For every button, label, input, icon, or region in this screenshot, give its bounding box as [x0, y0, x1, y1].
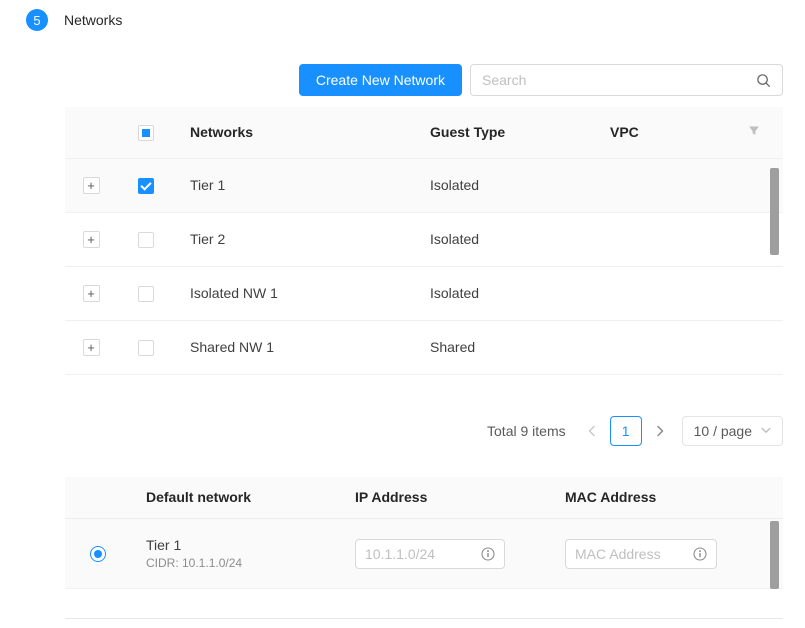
networks-table: Networks Guest Type VPC	[65, 107, 783, 375]
pagination-next-button[interactable]	[650, 416, 670, 446]
row-checkbox[interactable]	[138, 178, 154, 194]
networks-table-body: + Tier 1 Isolated	[65, 158, 783, 374]
step-content: Create New Network	[65, 64, 783, 619]
expand-row-button[interactable]: +	[83, 339, 100, 356]
pagination-prev-button[interactable]	[582, 416, 602, 446]
guest-type-cell: Isolated	[414, 212, 594, 266]
column-header-vpc: VPC	[594, 107, 724, 158]
vpc-cell	[594, 320, 724, 374]
filter-icon[interactable]	[748, 125, 760, 137]
default-network-table-body: Tier 1 CIDR: 10.1.1.0/24	[65, 519, 783, 589]
search-icon[interactable]	[756, 73, 771, 88]
checkbox-cell	[117, 212, 174, 266]
default-network-radio[interactable]	[90, 546, 106, 562]
checkbox-cell	[117, 266, 174, 320]
create-new-network-button[interactable]: Create New Network	[299, 64, 462, 96]
pagination-page-1[interactable]: 1	[610, 416, 642, 446]
guest-type-cell: Isolated	[414, 158, 594, 212]
bottom-divider	[65, 618, 783, 619]
table-row[interactable]: + Tier 1 Isolated	[65, 158, 783, 212]
network-name-cell: Isolated NW 1	[174, 266, 414, 320]
row-checkbox[interactable]	[138, 232, 154, 248]
default-network-header-row: Default network IP Address MAC Address	[65, 477, 783, 519]
checkbox-cell	[117, 158, 174, 212]
column-header-ip-address: IP Address	[339, 477, 549, 519]
network-name-cell: Tier 2	[174, 212, 414, 266]
default-network-cidr: CIDR: 10.1.1.0/24	[146, 556, 323, 570]
networks-table-header-row: Networks Guest Type VPC	[65, 107, 783, 158]
mac-address-cell	[549, 519, 783, 589]
expand-cell: +	[65, 320, 117, 374]
search-box	[470, 64, 783, 96]
vpc-cell	[594, 212, 724, 266]
default-network-row[interactable]: Tier 1 CIDR: 10.1.1.0/24	[65, 519, 783, 589]
mac-address-input[interactable]	[575, 546, 693, 562]
info-icon[interactable]	[693, 547, 707, 561]
default-network-table-scrollbar[interactable]	[770, 521, 779, 589]
table-row[interactable]: + Isolated NW 1 Isolated	[65, 266, 783, 320]
guest-type-cell: Isolated	[414, 266, 594, 320]
row-actions-cell	[724, 320, 783, 374]
select-all-checkbox[interactable]	[138, 125, 154, 141]
guest-type-cell: Shared	[414, 320, 594, 374]
checkbox-cell	[117, 320, 174, 374]
info-icon[interactable]	[481, 547, 495, 561]
page-size-value: 10 / page	[694, 423, 752, 439]
default-network-name: Tier 1	[146, 537, 323, 553]
vpc-cell	[594, 158, 724, 212]
select-all-column-header	[117, 107, 174, 158]
column-header-guest-type: Guest Type	[414, 107, 594, 158]
vpc-cell	[594, 266, 724, 320]
page-size-select[interactable]: 10 / page	[682, 416, 783, 446]
row-checkbox[interactable]	[138, 340, 154, 356]
default-network-name-cell: Tier 1 CIDR: 10.1.1.0/24	[130, 519, 339, 589]
search-input[interactable]	[482, 72, 756, 88]
radio-column-header	[65, 477, 130, 519]
mac-address-field	[565, 539, 717, 569]
default-network-table: Default network IP Address MAC Address T…	[65, 477, 783, 590]
ip-address-input[interactable]	[365, 546, 481, 562]
radio-cell	[65, 519, 130, 589]
table-row[interactable]: + Tier 2 Isolated	[65, 212, 783, 266]
expand-column-header	[65, 107, 117, 158]
step-title: Networks	[64, 12, 122, 28]
network-name-cell: Shared NW 1	[174, 320, 414, 374]
expand-cell: +	[65, 266, 117, 320]
expand-cell: +	[65, 212, 117, 266]
column-header-networks: Networks	[174, 107, 414, 158]
row-actions-cell	[724, 266, 783, 320]
expand-cell: +	[65, 158, 117, 212]
toolbar: Create New Network	[65, 64, 783, 96]
column-header-mac-address: MAC Address	[549, 477, 783, 519]
chevron-down-icon	[761, 427, 771, 434]
ip-address-cell	[339, 519, 549, 589]
expand-row-button[interactable]: +	[83, 285, 100, 302]
step-header: 5 Networks	[26, 9, 122, 31]
network-wizard-step: 5 Networks Create New Network	[0, 0, 805, 628]
expand-row-button[interactable]: +	[83, 231, 100, 248]
expand-row-button[interactable]: +	[83, 177, 100, 194]
networks-table-scrollbar[interactable]	[770, 168, 779, 255]
step-number-badge: 5	[26, 9, 48, 31]
row-checkbox[interactable]	[138, 286, 154, 302]
column-header-default-network: Default network	[130, 477, 339, 519]
network-name-cell: Tier 1	[174, 158, 414, 212]
filter-column-header	[724, 107, 783, 158]
ip-address-field	[355, 539, 505, 569]
table-row[interactable]: + Shared NW 1 Shared	[65, 320, 783, 374]
pagination-total: Total 9 items	[487, 423, 566, 439]
pagination: Total 9 items 1 10 / page	[65, 415, 783, 447]
